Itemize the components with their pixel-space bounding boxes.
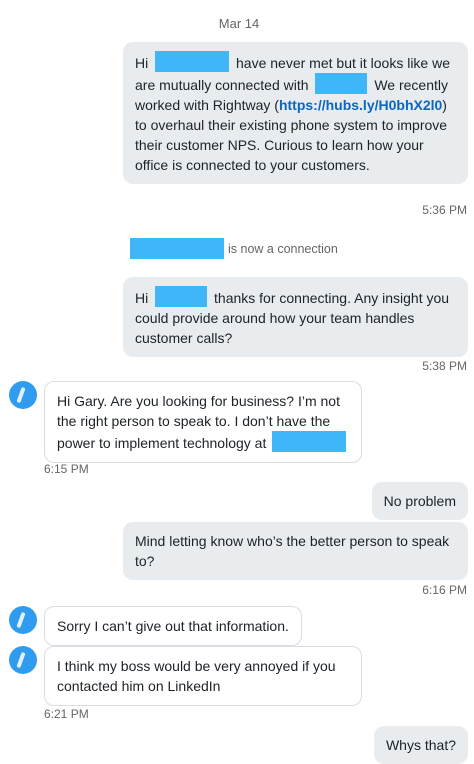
date-label: Mar 14 — [218, 16, 260, 31]
message-timestamp: 5:36 PM — [422, 203, 467, 217]
message-link[interactable]: https://hubs.ly/H0bhX2l0 — [279, 97, 442, 113]
message-text: I think my boss would be very annoyed if… — [57, 658, 336, 694]
message-bubble-incoming[interactable]: I think my boss would be very annoyed if… — [44, 646, 362, 706]
message-bubble-incoming[interactable]: Sorry I can’t give out that information. — [44, 606, 302, 646]
contact-avatar-icon[interactable] — [9, 606, 37, 634]
message-text: Hi — [135, 55, 149, 71]
contact-avatar-icon[interactable] — [9, 646, 37, 674]
message-text: Sorry I can’t give out that information. — [57, 618, 289, 634]
message-text: No problem — [383, 493, 456, 509]
redacted-name — [155, 286, 208, 307]
date-header: Mar 14 — [0, 16, 474, 31]
message-timestamp: 6:15 PM — [44, 462, 89, 476]
redacted-name — [130, 238, 224, 259]
message-timestamp: 6:16 PM — [422, 583, 467, 597]
contact-avatar-icon[interactable] — [9, 381, 37, 409]
redacted-name — [315, 73, 368, 94]
message-text: Mind letting know who’s the better perso… — [135, 533, 450, 569]
message-timestamp: 6:21 PM — [44, 707, 89, 721]
connection-notice: is now a connection — [130, 238, 338, 259]
message-timestamp: 5:38 PM — [422, 359, 467, 373]
message-text: Whys that? — [385, 737, 456, 753]
message-text: Hi — [135, 290, 149, 306]
message-bubble-outgoing[interactable]: Hi have never met but it looks like we a… — [123, 42, 468, 184]
message-bubble-outgoing[interactable]: Hi thanks for connecting. Any insight yo… — [123, 277, 468, 357]
message-bubble-outgoing[interactable]: No problem — [371, 482, 468, 520]
message-bubble-incoming[interactable]: Hi Gary. Are you looking for business? I… — [44, 381, 362, 463]
redacted-company — [272, 431, 347, 452]
message-bubble-outgoing[interactable]: Mind letting know who’s the better perso… — [123, 522, 468, 580]
connection-text: is now a connection — [228, 242, 338, 256]
message-bubble-outgoing[interactable]: Whys that? — [373, 726, 468, 764]
redacted-name — [155, 51, 230, 72]
